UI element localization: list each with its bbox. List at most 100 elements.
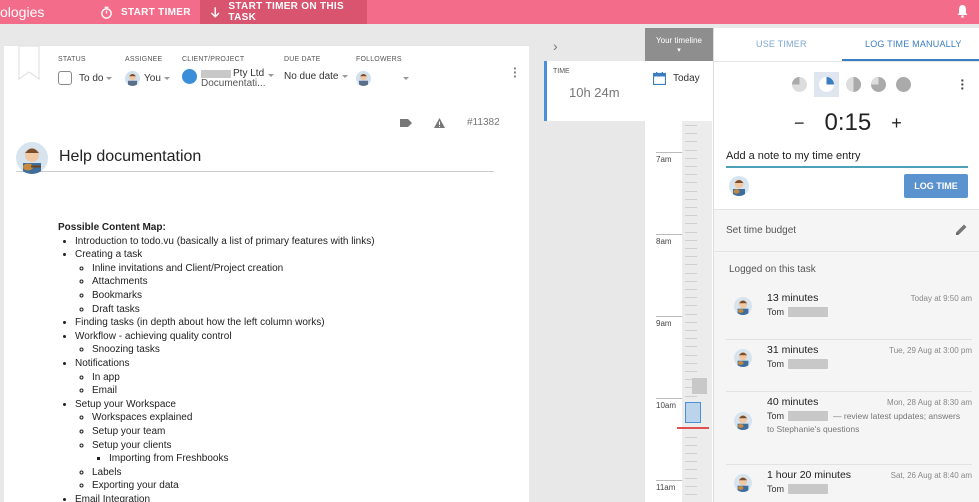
chevron-down-icon xyxy=(341,75,348,78)
list-item: Exporting your data xyxy=(92,479,375,493)
chevron-down-icon xyxy=(106,76,113,80)
task-title[interactable]: Help documentation xyxy=(59,148,201,166)
time-budget-row[interactable]: Set time budget xyxy=(714,209,979,252)
status-field[interactable]: STATUS To do xyxy=(58,56,113,85)
list-item: Bookmarks xyxy=(92,289,375,303)
start-timer-button[interactable]: START TIMER xyxy=(100,0,191,24)
log-time-button[interactable]: LOG TIME xyxy=(904,174,968,198)
task-panel: STATUS To do ASSIGNEE You CLIENT/PROJECT… xyxy=(4,45,529,502)
log-entry[interactable]: 40 minutes Mon, 28 Aug at 8:30 am Tom — rev… xyxy=(726,392,972,465)
time-log-panel: USE TIMER LOG TIME MANUALLY · · · − 0:15 +… xyxy=(713,28,979,502)
time-value: 10h 24m xyxy=(569,85,620,100)
bookmark-icon[interactable] xyxy=(18,46,40,80)
timeline-tick xyxy=(685,485,697,487)
task-title-row: Help documentation xyxy=(16,142,494,174)
preset-three-quarter-icon[interactable] xyxy=(870,76,887,93)
timeline-tick xyxy=(685,157,697,159)
timeline-tick xyxy=(685,198,697,200)
list-item: Setup your clients xyxy=(92,439,172,451)
caret-down-icon: ▾ xyxy=(677,47,681,54)
log-entry[interactable]: 1 hour 20 minutes Sat, 26 Aug at 8:40 am T… xyxy=(726,465,972,502)
more-icon[interactable]: · · · xyxy=(960,73,965,95)
timeline-block-current[interactable] xyxy=(685,402,701,423)
client-project-field[interactable]: CLIENT/PROJECT Pty Ltd Documentati... xyxy=(182,56,275,89)
followers-field[interactable]: FOLLOWERS xyxy=(356,56,409,86)
chevron-right-icon[interactable]: › xyxy=(553,38,558,54)
status-label: STATUS xyxy=(58,56,86,63)
entry-user: Tom xyxy=(767,484,829,494)
timeline-header[interactable]: Your timeline ▾ xyxy=(645,28,713,61)
timeline-tick xyxy=(685,239,697,241)
timeline-tick xyxy=(685,215,697,217)
task-more-icon[interactable]: · · · xyxy=(513,61,518,83)
start-timer-task-button[interactable]: START TIMER ON THIS TASK xyxy=(200,0,367,24)
time-input[interactable]: 0:15 xyxy=(825,109,872,137)
list-item: Creating a task xyxy=(75,249,143,261)
list-item: Importing from Freshbooks xyxy=(109,452,375,466)
log-entry[interactable]: 13 minutes Today at 9:50 am Tom xyxy=(726,288,972,340)
timeline-block[interactable] xyxy=(692,378,707,394)
avatar xyxy=(125,71,140,86)
pencil-icon[interactable] xyxy=(954,223,968,237)
list-item: Setup your Workspace xyxy=(75,398,176,410)
tab-use-timer[interactable]: USE TIMER xyxy=(756,39,807,49)
due-date-value: No due date xyxy=(284,71,339,82)
redacted-text xyxy=(788,359,829,369)
time-stepper: − 0:15 + xyxy=(794,109,902,137)
current-time-indicator xyxy=(677,427,709,429)
assignee-field[interactable]: ASSIGNEE You xyxy=(125,56,170,86)
increase-button[interactable]: + xyxy=(891,113,902,134)
preset-selected[interactable] xyxy=(814,72,839,97)
start-timer-task-label: START TIMER ON THIS TASK xyxy=(228,1,344,23)
timeline-tick xyxy=(685,346,697,348)
entry-duration: 40 minutes xyxy=(767,396,819,408)
timeline-tick xyxy=(685,461,697,463)
log-entry[interactable]: 31 minutes Tue, 29 Aug at 3:00 pm Tom xyxy=(726,340,972,392)
tag-icon[interactable] xyxy=(400,118,412,127)
tab-log-time-manually[interactable]: LOG TIME MANUALLY xyxy=(865,39,962,49)
entry-time: Mon, 28 Aug at 8:30 am xyxy=(887,398,972,407)
chevron-down-icon xyxy=(403,77,409,80)
project-value: Documentati... xyxy=(201,78,266,89)
logged-heading: Logged on this task xyxy=(729,264,816,275)
timeline-tick xyxy=(685,125,697,126)
day-label: Today xyxy=(673,73,700,84)
bell-icon[interactable] xyxy=(956,4,969,18)
day-selector[interactable]: Today xyxy=(645,61,713,121)
preset-quarter-icon[interactable] xyxy=(791,76,808,93)
preset-full-icon[interactable] xyxy=(895,76,912,93)
timeline-tick xyxy=(685,149,697,151)
warning-icon[interactable] xyxy=(434,117,445,128)
list-item: Finding tasks (in depth about how the le… xyxy=(75,316,375,330)
timeline-tick xyxy=(685,338,697,340)
timeline-tick xyxy=(685,231,697,233)
hour-label: 8am xyxy=(656,237,672,246)
entry-time: Today at 9:50 am xyxy=(910,294,972,303)
preset-half-icon[interactable] xyxy=(845,76,862,93)
task-description[interactable]: Possible Content Map: Introduction to to… xyxy=(58,221,375,502)
timeline-tick xyxy=(685,207,697,208)
decrease-button[interactable]: − xyxy=(794,113,805,134)
arrow-down-icon xyxy=(210,7,220,18)
status-checkbox[interactable] xyxy=(58,71,72,85)
note-input[interactable]: Add a note to my time entry xyxy=(726,150,968,168)
timeline-tick xyxy=(685,321,697,323)
entry-duration: 13 minutes xyxy=(767,292,819,304)
avatar xyxy=(356,71,371,86)
list-item: Notifications xyxy=(75,357,130,369)
timeline[interactable]: 7am 8am 9am 10am 11am xyxy=(645,121,713,502)
avatar xyxy=(734,412,752,430)
timeline-tick xyxy=(685,330,697,331)
timeline-tick xyxy=(685,453,697,454)
hour-divider xyxy=(656,398,682,399)
list-item: Email Integration xyxy=(75,493,375,502)
due-date-field[interactable]: DUE DATE No due date xyxy=(284,56,348,82)
assignee-value: You xyxy=(144,73,161,84)
list-item: Workflow - achieving quality control xyxy=(75,330,232,342)
timeline-tick xyxy=(685,256,697,258)
entry-duration: 31 minutes xyxy=(767,344,819,356)
budget-label: Set time budget xyxy=(726,225,797,236)
list-item: Attachments xyxy=(92,275,375,289)
entry-duration: 1 hour 20 minutes xyxy=(767,469,852,481)
hour-divider xyxy=(656,152,682,153)
